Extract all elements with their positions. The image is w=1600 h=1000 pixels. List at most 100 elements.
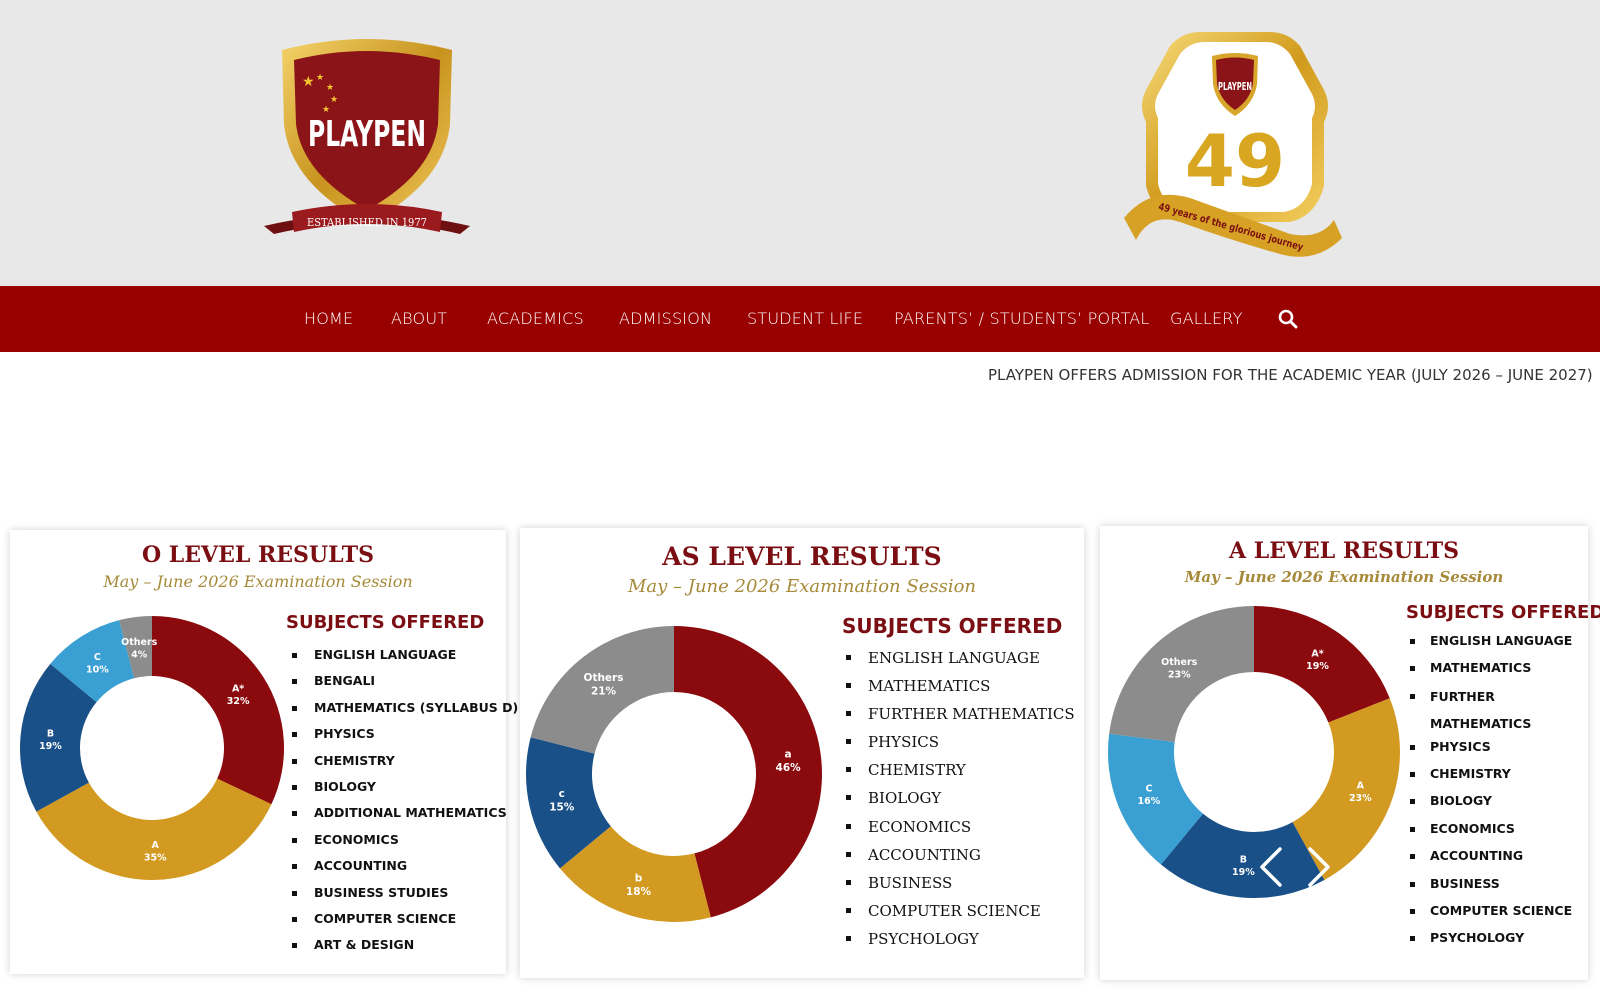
donut-value: 18%: [626, 886, 652, 898]
subjects-list: ENGLISH LANGUAGE BENGALI MATHEMATICS (SY…: [286, 646, 518, 963]
subject-item: BIOLOGY: [842, 788, 1075, 816]
donut-label: B: [47, 728, 54, 739]
donut-value: 21%: [591, 686, 617, 698]
o-level-donut-chart: A* 32% A35% B 19% C10% Others4%: [20, 616, 284, 880]
site-header: ★ ★ ★ ★ ★ PLAYPEN ESTABLISHED IN 1977 PL…: [0, 0, 1600, 286]
card-subtitle: May – June 2026 Examination Session: [1184, 568, 1504, 586]
subject-item: ECONOMICS: [842, 817, 1075, 845]
subject-item: FURTHER MATHEMATICS: [1406, 683, 1556, 738]
donut-label: C: [1145, 784, 1152, 795]
as-level-donut-chart: a46% b 18% c 15% Others 21%: [526, 626, 823, 922]
donut-value: 32%: [227, 696, 250, 707]
nav-admission[interactable]: ADMISSION: [619, 286, 712, 352]
donut-label: Others: [584, 672, 624, 684]
subject-item: ENGLISH LANGUAGE: [286, 646, 518, 672]
donut-value: 19%: [1232, 867, 1255, 878]
card-subtitle: May – June 2026 Examination Session: [627, 576, 977, 597]
anniversary-badge: PLAYPEN 49 49 years of the glorious jour…: [1124, 32, 1342, 257]
donut-value: 4%: [131, 649, 148, 660]
chevron-right-icon[interactable]: [1306, 846, 1332, 888]
subject-item: ENGLISH LANGUAGE: [842, 648, 1075, 676]
svg-text:★: ★: [316, 73, 324, 83]
donut-label: b: [635, 872, 643, 884]
donut-label: A: [1357, 780, 1365, 791]
subject-item: MATHEMATICS (SYLLABUS D): [286, 699, 518, 725]
nav-portal[interactable]: PARENTS’ / STUDENTS’ PORTAL: [894, 286, 1149, 352]
as-level-results-card: AS LEVEL RESULTS May – June 2026 Examina…: [520, 528, 1084, 978]
card-title: A LEVEL RESULTS: [1229, 538, 1459, 564]
a-level-donut-chart: A*19%A23%B19%C16%Others23%: [1108, 606, 1400, 898]
o-level-results-card: O LEVEL RESULTS May – June 2026 Examinat…: [10, 530, 518, 974]
subject-item: ART & DESIGN: [286, 936, 518, 962]
subject-item: BIOLOGY: [1406, 792, 1572, 819]
donut-label: A: [152, 840, 160, 851]
svg-text:PLAYPEN: PLAYPEN: [308, 114, 426, 155]
donut-label: a: [785, 749, 792, 761]
subject-item: BUSINESS: [842, 873, 1075, 901]
a-level-results-card: A LEVEL RESULTS May – June 2026 Examinat…: [1100, 526, 1600, 980]
svg-text:★: ★: [326, 83, 334, 93]
subjects-heading: SUBJECTS OFFERED: [842, 614, 1063, 638]
subject-item: PHYSICS: [842, 732, 1075, 760]
subject-item: MATHEMATICS: [842, 676, 1075, 704]
subject-item: ECONOMICS: [286, 831, 518, 857]
chevron-left-icon[interactable]: [1258, 846, 1284, 888]
subject-item: PSYCHOLOGY: [1406, 929, 1572, 956]
donut-value: 23%: [1349, 793, 1372, 804]
subject-item: FURTHER MATHEMATICS: [842, 704, 1075, 732]
subject-item: ENGLISH LANGUAGE: [1406, 632, 1572, 659]
donut-value: 19%: [1306, 661, 1329, 672]
subject-item: ACCOUNTING: [286, 857, 518, 883]
subject-item: COMPUTER SCIENCE: [842, 901, 1075, 929]
subject-item: COMPUTER SCIENCE: [286, 910, 518, 936]
donut-slice-a-: [152, 616, 284, 805]
subject-item: ADDITIONAL MATHEMATICS: [286, 804, 518, 830]
donut-label: Others: [121, 637, 158, 648]
subject-item: PHYSICS: [1406, 738, 1572, 765]
donut-value: 46%: [776, 762, 802, 774]
subjects-heading: SUBJECTS OFFERED: [1406, 602, 1600, 623]
subject-item: BIOLOGY: [286, 778, 518, 804]
subject-item: ACCOUNTING: [842, 845, 1075, 873]
donut-value: 23%: [1168, 670, 1191, 681]
svg-text:ESTABLISHED IN 1977: ESTABLISHED IN 1977: [307, 216, 427, 229]
svg-text:49: 49: [1185, 119, 1285, 203]
donut-slice-a: [36, 778, 272, 880]
subjects-heading: SUBJECTS OFFERED: [286, 612, 485, 633]
announcement-ticker[interactable]: PLAYPEN OFFERS ADMISSION FOR THE ACADEMI…: [988, 366, 1600, 388]
donut-label: A*: [1311, 649, 1323, 660]
subject-item: COMPUTER SCIENCE: [1406, 902, 1572, 929]
subject-item: BUSINESS: [1406, 875, 1572, 902]
subject-item: ECONOMICS: [1406, 820, 1572, 847]
nav-about[interactable]: ABOUT: [391, 286, 447, 352]
donut-value: 10%: [86, 664, 109, 675]
donut-label: c: [559, 788, 565, 800]
playpen-logo[interactable]: ★ ★ ★ ★ ★ PLAYPEN ESTABLISHED IN 1977: [264, 36, 470, 246]
nav-home[interactable]: HOME: [304, 286, 353, 352]
nav-student-life[interactable]: STUDENT LIFE: [747, 286, 863, 352]
donut-label: C: [94, 652, 101, 663]
svg-text:★: ★: [330, 95, 338, 105]
donut-label: Others: [1161, 657, 1198, 668]
subject-item: ACCOUNTING: [1406, 847, 1572, 874]
subject-item: CHEMISTRY: [286, 752, 518, 778]
search-icon[interactable]: [1278, 309, 1298, 329]
donut-value: 19%: [39, 741, 62, 752]
card-subtitle: May – June 2026 Examination Session: [103, 572, 413, 591]
nav-academics[interactable]: ACADEMICS: [487, 286, 584, 352]
subject-item: PSYCHOLOGY: [842, 929, 1075, 957]
donut-value: 16%: [1138, 796, 1161, 807]
subjects-list: ENGLISH LANGUAGE MATHEMATICS FURTHER MAT…: [1406, 632, 1572, 957]
donut-label: A*: [232, 683, 244, 694]
nav-gallery[interactable]: GALLERY: [1170, 286, 1243, 352]
donut-value: 15%: [549, 802, 575, 814]
main-nav: HOME ABOUT ACADEMICS ADMISSION STUDENT L…: [0, 286, 1600, 352]
subject-item: BENGALI: [286, 672, 518, 698]
card-title: O LEVEL RESULTS: [141, 542, 375, 568]
donut-value: 35%: [144, 852, 167, 863]
subject-item: CHEMISTRY: [1406, 765, 1572, 792]
svg-text:★: ★: [302, 74, 315, 90]
svg-text:PLAYPEN: PLAYPEN: [1218, 80, 1252, 93]
donut-label: B: [1240, 854, 1247, 865]
card-title: AS LEVEL RESULTS: [662, 542, 942, 571]
